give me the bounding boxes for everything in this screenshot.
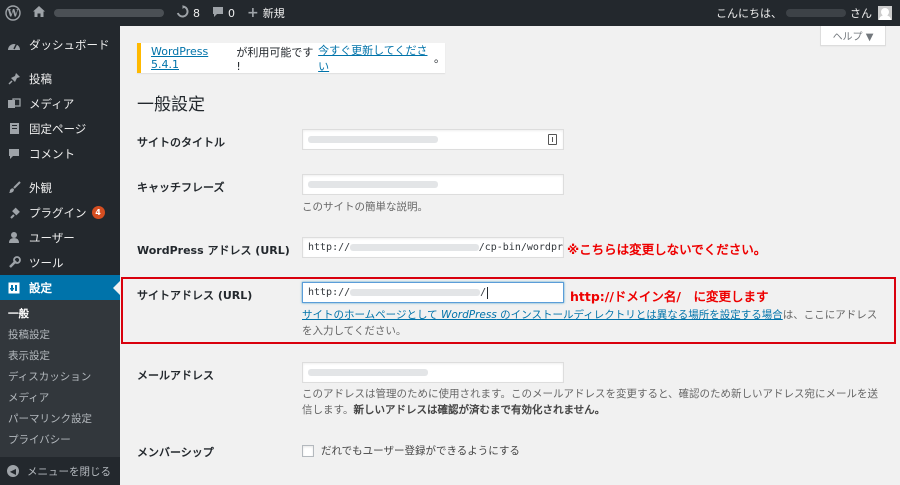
site-home-link[interactable] (26, 0, 170, 26)
email-description: このアドレスは管理のために使用されます。このメールアドレスを変更すると、確認のた… (302, 388, 879, 416)
menu-dashboard[interactable]: ダッシュボード (0, 32, 120, 57)
wordpress-logo-icon[interactable]: W (0, 0, 26, 26)
menu-settings-label: 設定 (29, 280, 52, 295)
site-name-blurred (54, 9, 164, 17)
submenu-discussion[interactable]: ディスカッション (0, 367, 120, 388)
menu-media[interactable]: メディア (0, 91, 120, 116)
my-account[interactable]: こんにちは、 さん (716, 5, 900, 21)
menu-pages-label: 固定ページ (29, 121, 87, 136)
email-label: メールアドレス (137, 369, 214, 382)
comment-bubble-icon (212, 6, 224, 21)
username-blurred (786, 9, 846, 17)
comments-link[interactable]: 0 (206, 0, 241, 26)
help-tab-button[interactable]: ヘルプ ▼ (820, 26, 886, 46)
admin-bar: W 8 0 + 新規 こんにちは、 さん (0, 0, 900, 26)
collapse-menu-label: メニューを閉じる (27, 465, 111, 478)
menu-pages[interactable]: 固定ページ (0, 116, 120, 141)
greeting-text: こんにちは、 (716, 7, 782, 20)
updates-icon (176, 5, 189, 21)
admin-sidebar: ダッシュボード 投稿 メディア 固定ページ コメント 外観 プラグイン 4 ユー… (0, 26, 120, 485)
wordpress-url-domain-blurred (350, 244, 479, 251)
wordpress-url-input[interactable]: http:// /cp-bin/wordpr (302, 237, 564, 258)
site-title-value-blurred (308, 136, 438, 143)
avatar (878, 6, 892, 20)
settings-submenu: 一般 投稿設定 表示設定 ディスカッション メディア パーマリンク設定 プライバ… (0, 300, 120, 457)
submenu-media[interactable]: メディア (0, 388, 120, 409)
tagline-description: このサイトの簡単な説明。 (302, 201, 428, 213)
site-title-label: サイトのタイトル (137, 136, 225, 149)
pushpin-icon (7, 72, 21, 86)
menu-comments-label: コメント (29, 146, 75, 161)
email-input[interactable] (302, 362, 564, 383)
highlight-box (121, 277, 896, 344)
submenu-reading[interactable]: 表示設定 (0, 346, 120, 367)
menu-media-label: メディア (29, 96, 75, 111)
submenu-writing[interactable]: 投稿設定 (0, 325, 120, 346)
wordpress-url-label: WordPress アドレス (URL) (137, 244, 290, 257)
menu-posts-label: 投稿 (29, 71, 52, 86)
update-now-link[interactable]: 今すぐ更新してください (318, 42, 434, 74)
settings-icon (7, 281, 21, 295)
wordpress-url-suffix: /cp-bin/wordpr (478, 242, 563, 253)
menu-comments[interactable]: コメント (0, 141, 120, 166)
comment-icon (7, 147, 21, 161)
site-title-input[interactable] (302, 129, 564, 150)
paintbrush-icon (7, 181, 21, 195)
tagline-value-blurred (308, 181, 438, 188)
update-notice-text: が利用可能です ! (236, 45, 314, 73)
menu-posts[interactable]: 投稿 (0, 66, 120, 91)
collapse-menu-button[interactable]: ◀ メニューを閉じる (0, 460, 120, 482)
dashboard-icon (7, 38, 21, 52)
menu-tools[interactable]: ツール (0, 250, 120, 275)
submenu-permalinks[interactable]: パーマリンク設定 (0, 409, 120, 430)
wrench-icon (7, 256, 21, 270)
new-content-link[interactable]: + 新規 (241, 0, 291, 26)
svg-text:W: W (6, 9, 19, 20)
submenu-general[interactable]: 一般 (0, 304, 120, 325)
page-icon (7, 122, 21, 136)
media-icon (7, 97, 21, 111)
menu-users-label: ユーザー (29, 230, 75, 245)
menu-appearance[interactable]: 外観 (0, 175, 120, 200)
menu-plugins[interactable]: プラグイン 4 (0, 200, 120, 225)
password-manager-icon[interactable] (548, 134, 557, 145)
comments-count: 0 (228, 6, 235, 20)
collapse-arrow-icon: ◀ (7, 465, 19, 477)
membership-option[interactable]: だれでもユーザー登録ができるようにする (302, 443, 520, 458)
greeting-suffix: さん (850, 7, 872, 20)
page-title: 一般設定 (137, 95, 205, 115)
plug-icon (7, 206, 21, 220)
update-notice: WordPress 5.4.1 が利用可能です ! 今すぐ更新してください 。 (137, 43, 445, 73)
tagline-label: キャッチフレーズ (137, 181, 225, 194)
menu-appearance-label: 外観 (29, 180, 52, 195)
menu-plugins-label: プラグイン (29, 205, 87, 220)
membership-label: メンバーシップ (137, 446, 214, 459)
plus-icon: + (247, 5, 259, 21)
main-content: ヘルプ ▼ WordPress 5.4.1 が利用可能です ! 今すぐ更新してく… (120, 26, 900, 485)
updates-count: 8 (193, 6, 200, 20)
update-notice-end: 。 (434, 52, 445, 65)
membership-checkbox-label: だれでもユーザー登録ができるようにする (321, 445, 520, 457)
home-icon (32, 5, 46, 21)
menu-users[interactable]: ユーザー (0, 225, 120, 250)
menu-dashboard-label: ダッシュボード (29, 37, 110, 52)
wordpress-url-prefix: http:// (308, 242, 351, 253)
user-icon (7, 231, 21, 245)
tagline-input[interactable] (302, 174, 564, 195)
plugins-update-badge: 4 (91, 206, 105, 219)
updates-link[interactable]: 8 (170, 0, 206, 26)
wordpress-version-link[interactable]: WordPress 5.4.1 (151, 45, 236, 71)
new-label: 新規 (262, 7, 285, 20)
email-value-blurred (308, 369, 428, 376)
wordpress-url-annotation: ※こちらは変更しないでください。 (567, 242, 767, 257)
submenu-privacy[interactable]: プライバシー (0, 430, 120, 451)
menu-tools-label: ツール (29, 255, 64, 270)
menu-settings[interactable]: 設定 (0, 275, 120, 300)
membership-checkbox[interactable] (302, 444, 314, 457)
